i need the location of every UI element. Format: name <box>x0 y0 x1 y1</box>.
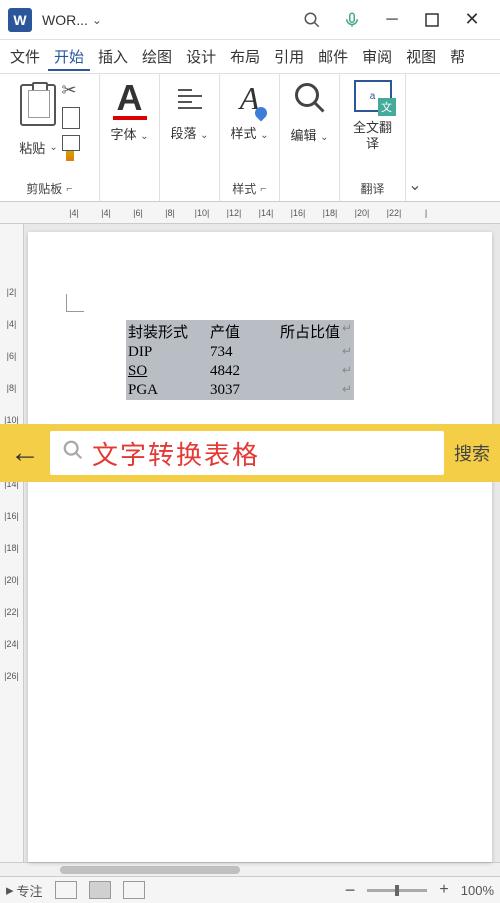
styles-group: A 样式 ⌄ 样式 ⌐ <box>220 74 280 201</box>
table-header[interactable]: 产值 <box>208 320 278 343</box>
zoom-in-icon[interactable]: + <box>439 881 448 899</box>
table-cell[interactable]: 3037 <box>208 381 278 400</box>
dialog-launcher-icon[interactable]: ⌐ <box>260 183 266 195</box>
chevron-down-icon[interactable]: ⌄ <box>260 130 268 141</box>
format-painter-icon[interactable] <box>62 135 80 161</box>
table-cell[interactable]: SO <box>126 362 208 381</box>
find-icon[interactable] <box>292 80 328 125</box>
table-header[interactable]: 所占比值↵ <box>278 320 354 343</box>
web-layout-icon[interactable] <box>123 881 145 899</box>
table-cell[interactable]: DIP <box>126 343 208 362</box>
menu-draw[interactable]: 绘图 <box>136 42 178 71</box>
chevron-down-icon[interactable]: ⌄ <box>320 132 328 143</box>
table-cell[interactable]: ↵ <box>278 343 354 362</box>
document-page[interactable]: 封装形式 产值 所占比值↵ DIP 734 ↵ SO 4842 ↵ PGA 30… <box>28 232 492 862</box>
clipboard-group-label: 剪贴板 <box>26 180 62 197</box>
search-icon <box>62 439 84 467</box>
search-button[interactable]: 搜索 <box>454 440 490 466</box>
menu-mail[interactable]: 邮件 <box>312 42 354 71</box>
focus-mode-button[interactable]: ▸专注 <box>6 881 43 900</box>
table-header[interactable]: 封装形式 <box>126 320 208 343</box>
table-cell[interactable]: 4842 <box>208 362 278 381</box>
maximize-icon[interactable] <box>412 0 452 40</box>
translate-group-label: 翻译 <box>360 180 384 197</box>
translate-label[interactable]: 全文翻译 <box>348 120 397 151</box>
table-cell[interactable]: 734 <box>208 343 278 362</box>
selected-text-block[interactable]: 封装形式 产值 所占比值↵ DIP 734 ↵ SO 4842 ↵ PGA 30… <box>126 320 354 400</box>
paragraph-label[interactable]: 段落 <box>170 126 196 141</box>
page-margin-marker <box>66 294 84 312</box>
statusbar: ▸专注 − + 100% <box>0 876 500 903</box>
table-cell[interactable]: ↵ <box>278 362 354 381</box>
scrollbar-thumb[interactable] <box>60 866 240 874</box>
menu-layout[interactable]: 布局 <box>224 42 266 71</box>
clipboard-icon[interactable] <box>20 84 56 126</box>
font-label[interactable]: 字体 <box>110 127 136 142</box>
edit-group: 编辑 ⌄ <box>280 74 340 201</box>
app-icon: W <box>8 8 32 32</box>
menu-insert[interactable]: 插入 <box>92 42 134 71</box>
copy-icon[interactable] <box>62 107 80 129</box>
table-cell[interactable]: PGA <box>126 381 208 400</box>
translate-group: a 全文翻译 翻译 <box>340 74 406 201</box>
read-mode-icon[interactable] <box>55 881 77 899</box>
chevron-down-icon[interactable]: ⌄ <box>140 131 148 142</box>
print-layout-icon[interactable] <box>89 881 111 899</box>
styles-label[interactable]: 样式 <box>230 126 256 141</box>
table-cell[interactable]: ↵ <box>278 381 354 400</box>
menu-design[interactable]: 设计 <box>180 42 222 71</box>
menu-references[interactable]: 引用 <box>268 42 310 71</box>
back-arrow-icon[interactable]: ← <box>10 436 40 470</box>
cut-icon[interactable]: ✂ <box>62 80 80 101</box>
chevron-down-icon[interactable]: ⌄ <box>92 13 102 27</box>
menu-home[interactable]: 开始 <box>48 42 90 71</box>
horizontal-scrollbar[interactable] <box>0 862 500 876</box>
close-icon[interactable]: ✕ <box>452 0 492 40</box>
search-input-text[interactable]: 文字转换表格 <box>92 435 260 472</box>
font-group: A 字体 ⌄ <box>100 74 160 201</box>
vertical-ruler[interactable]: |2||4||6||8||10||12||14||16||18||20||22|… <box>0 224 24 862</box>
document-title[interactable]: WOR... <box>42 12 88 28</box>
font-color-icon[interactable]: A <box>113 80 147 120</box>
horizontal-ruler[interactable]: |4||4||6||8||10||12||14||16||18||20||22|… <box>0 202 500 224</box>
menu-file[interactable]: 文件 <box>4 42 46 71</box>
search-icon[interactable] <box>292 0 332 40</box>
ribbon-collapse-icon[interactable]: ⌄ <box>406 74 424 201</box>
translate-icon[interactable]: a <box>354 80 392 112</box>
menu-help[interactable]: 帮 <box>444 42 471 71</box>
menubar: 文件 开始 插入 绘图 设计 布局 引用 邮件 审阅 视图 帮 <box>0 40 500 74</box>
edit-label[interactable]: 编辑 <box>290 128 316 143</box>
menu-review[interactable]: 审阅 <box>356 42 398 71</box>
paste-label[interactable]: 粘贴 <box>19 138 45 157</box>
search-box[interactable]: 文字转换表格 <box>50 431 444 475</box>
menu-view[interactable]: 视图 <box>400 42 442 71</box>
search-overlay: ← 文字转换表格 搜索 <box>0 424 500 482</box>
paragraph-group: 段落 ⌄ <box>160 74 220 201</box>
paragraph-icon[interactable] <box>170 80 210 123</box>
styles-group-label: 样式 <box>232 180 256 197</box>
clipboard-group: ✂ 粘贴 ⌄ 剪贴板 ⌐ <box>0 74 100 201</box>
chevron-down-icon[interactable]: ⌄ <box>49 142 57 153</box>
ribbon: ✂ 粘贴 ⌄ 剪贴板 ⌐ A 字体 ⌄ 段落 ⌄ A 样式 ⌄ 样式 ⌐ <box>0 74 500 202</box>
chevron-down-icon[interactable]: ⌄ <box>200 130 208 141</box>
mic-icon[interactable] <box>332 0 372 40</box>
minimize-icon[interactable]: ─ <box>372 0 412 40</box>
dialog-launcher-icon[interactable]: ⌐ <box>66 183 72 195</box>
zoom-out-icon[interactable]: − <box>345 880 356 901</box>
zoom-level[interactable]: 100% <box>461 883 494 898</box>
styles-icon[interactable]: A <box>240 80 260 117</box>
